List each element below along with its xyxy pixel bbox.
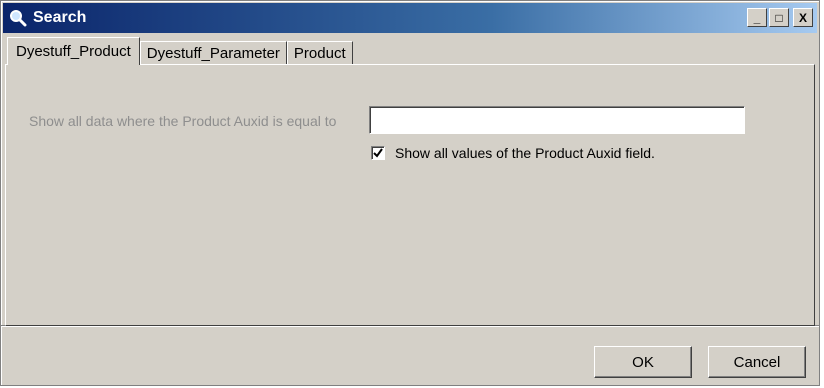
show-all-checkbox[interactable] [371, 146, 385, 160]
tab-dyestuff-parameter[interactable]: Dyestuff_Parameter [139, 41, 287, 65]
maximize-icon: □ [775, 10, 783, 25]
title-bar[interactable]: Search _ □ X [3, 3, 817, 33]
magnifier-icon [7, 7, 29, 29]
product-auxid-input[interactable] [369, 106, 745, 134]
checkmark-icon [373, 148, 383, 158]
search-dialog: Search _ □ X Dyestuff_Product Dyestuff_P… [0, 0, 820, 386]
close-button[interactable]: X [793, 8, 813, 27]
minimize-icon: _ [753, 10, 761, 25]
window-controls: _ □ X [747, 8, 813, 27]
tab-panel [5, 64, 815, 326]
show-all-label: Show all values of the Product Auxid fie… [395, 145, 655, 161]
tab-dyestuff-product[interactable]: Dyestuff_Product [7, 37, 140, 65]
tab-product[interactable]: Product [286, 41, 353, 65]
window-title: Search [33, 9, 87, 26]
product-auxid-label: Show all data where the Product Auxid is… [29, 113, 337, 129]
maximize-button[interactable]: □ [769, 8, 789, 27]
ok-button[interactable]: OK [594, 346, 692, 378]
close-icon: X [798, 10, 807, 25]
tab-strip: Dyestuff_Product Dyestuff_Parameter Prod… [7, 37, 353, 65]
cancel-button[interactable]: Cancel [708, 346, 806, 378]
minimize-button[interactable]: _ [747, 8, 767, 27]
show-all-row[interactable]: Show all values of the Product Auxid fie… [371, 145, 655, 161]
